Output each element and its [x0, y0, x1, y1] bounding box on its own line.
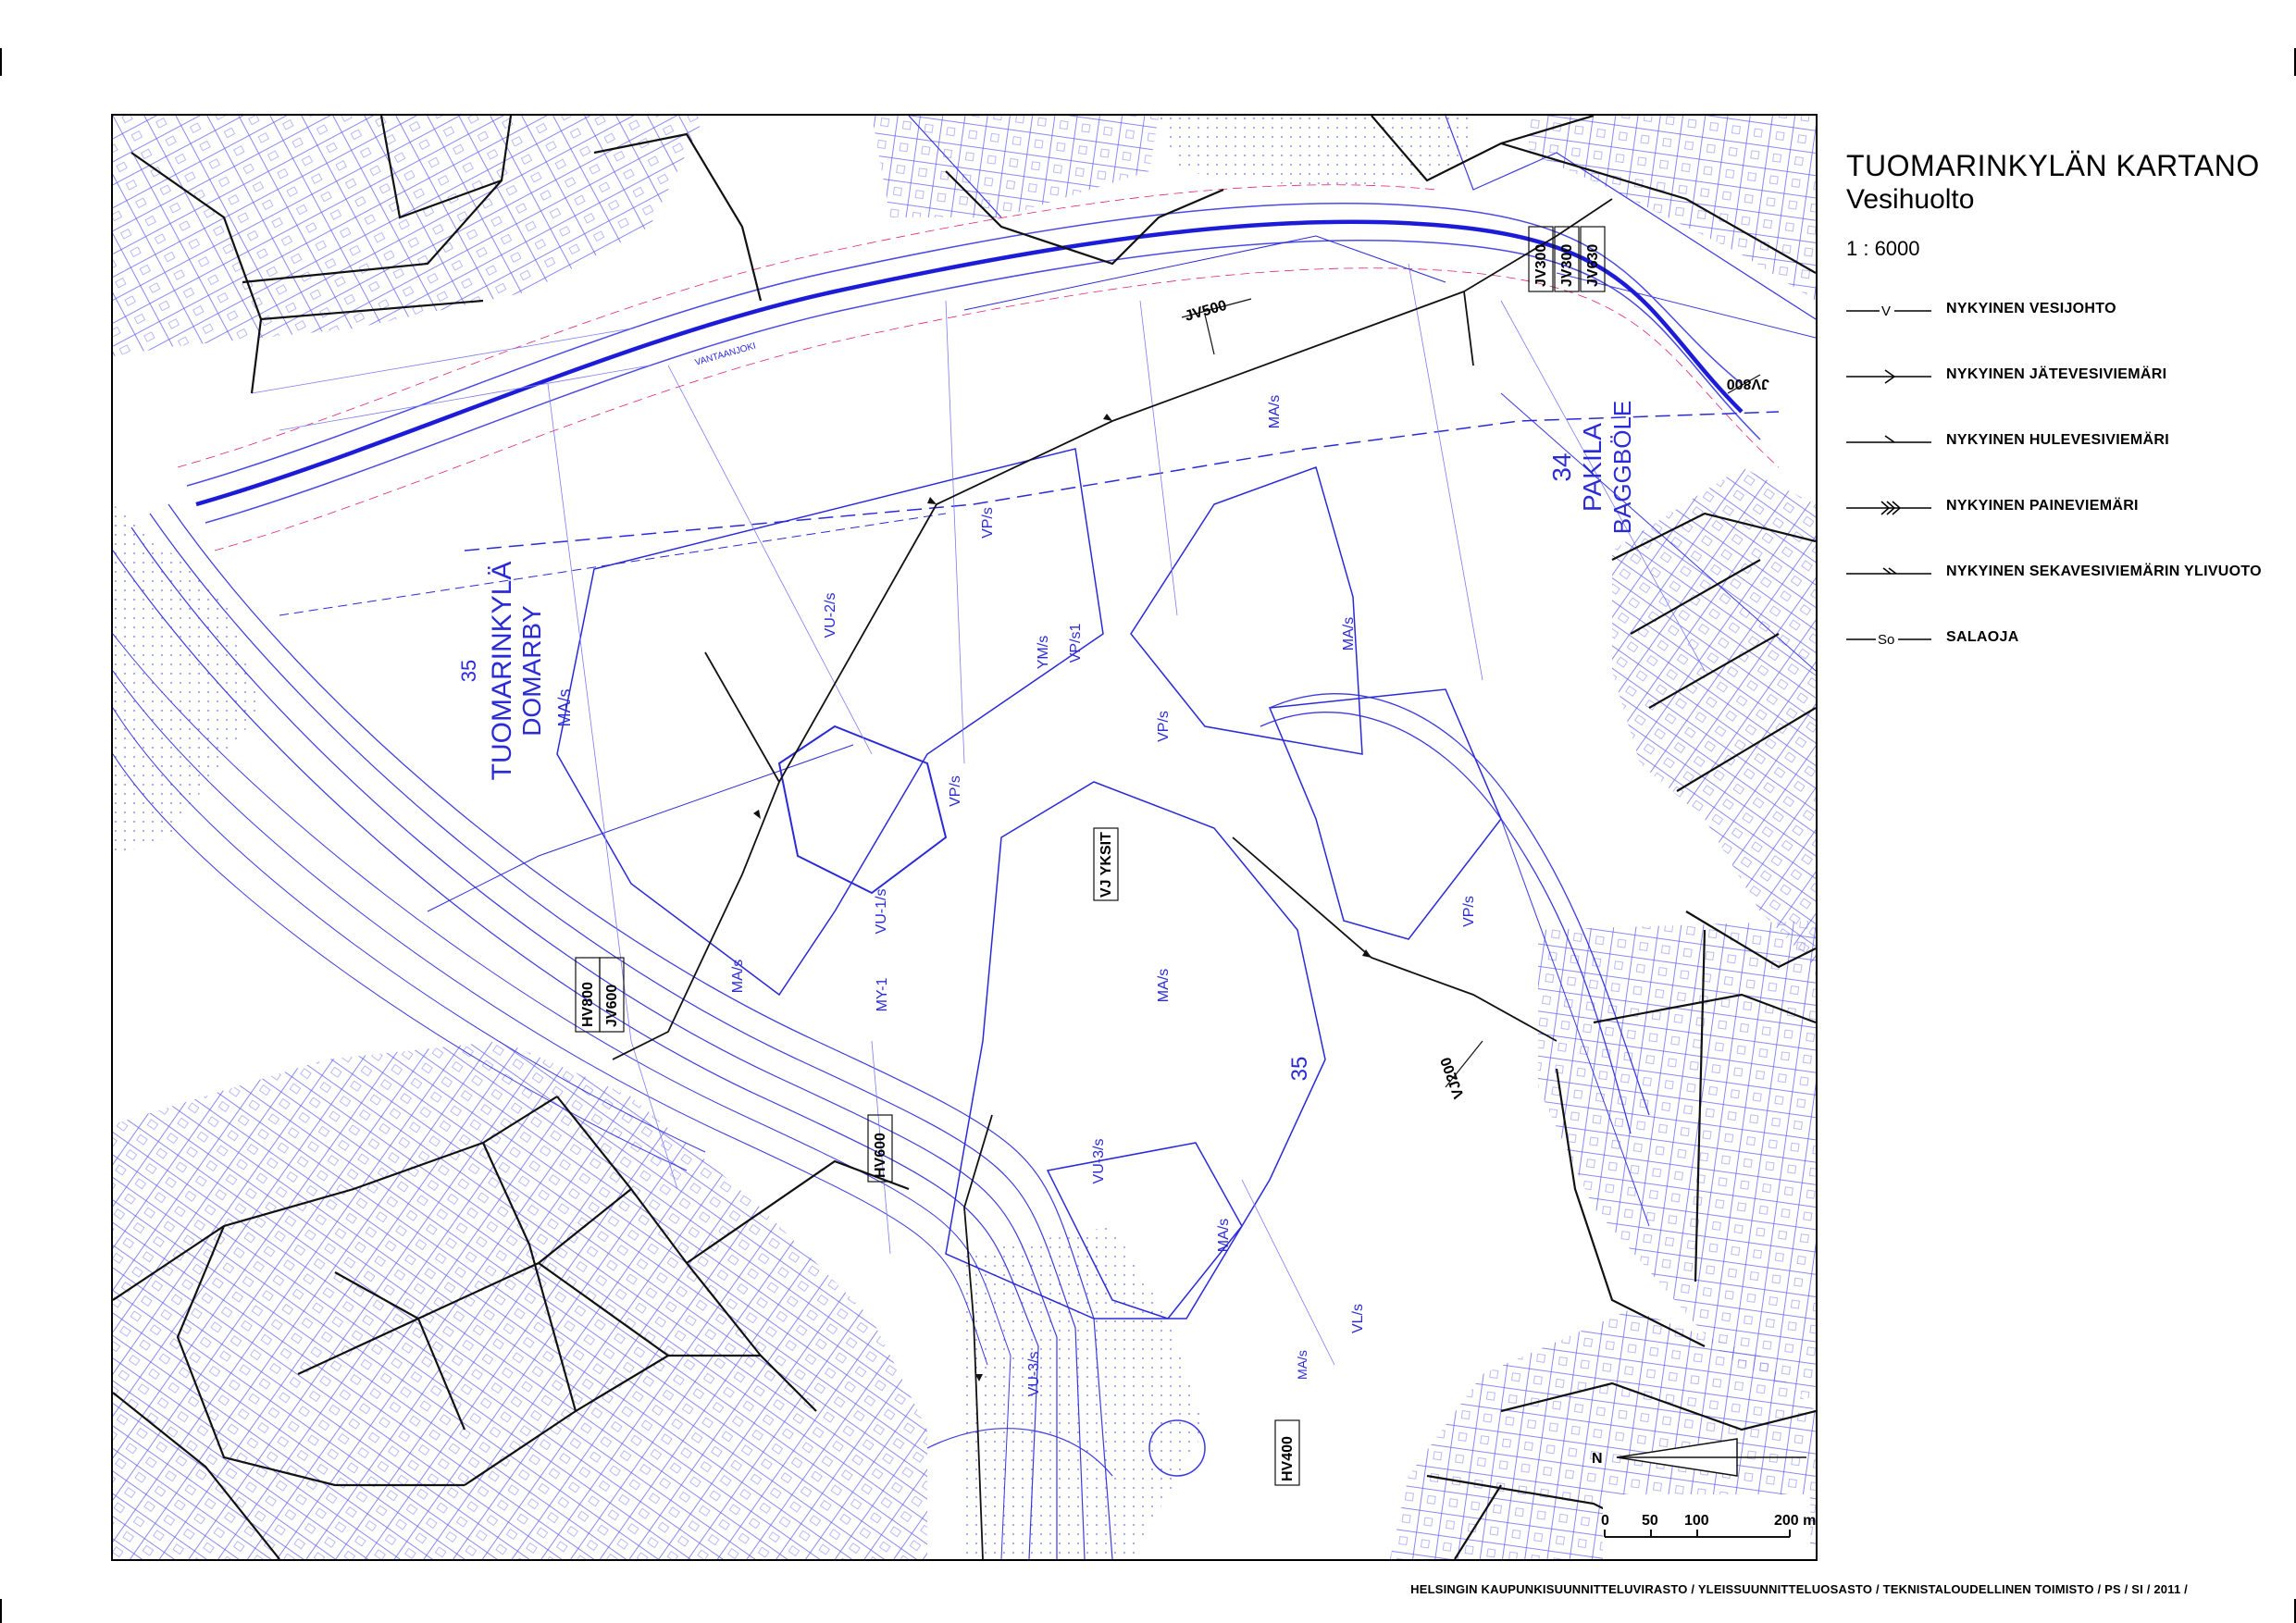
- zone-vp-c: VP/s: [1156, 711, 1172, 742]
- tag-vj200: VJ200: [1438, 1055, 1468, 1100]
- legend-item-jatevesi: NYKYINEN JÄTEVESIVIEMÄRI: [1846, 360, 2272, 426]
- zone-ma3: MA/s: [1156, 969, 1172, 1002]
- zone-vp-a: VP/s: [980, 507, 996, 539]
- zone-ma5: MA/s: [1216, 1219, 1232, 1252]
- area-name-baggbole: BAGGBÖLE: [1608, 401, 1636, 535]
- zone-ma4: MA/s: [730, 960, 746, 993]
- area-number-34: 34: [1547, 452, 1576, 481]
- legend-marker-so: So: [1878, 632, 1894, 648]
- zone-ma1: MA/s: [1267, 395, 1283, 428]
- scale-bar: 0 50 100 200 m: [1601, 1494, 1816, 1559]
- salaoja-line-icon: So: [1846, 632, 1931, 648]
- zone-vu3a: VU-3/s: [1091, 1139, 1107, 1184]
- tag-hv400: HV400: [1280, 1436, 1296, 1481]
- river-label: VANTAANJOKI: [694, 341, 757, 368]
- title-block: TUOMARINKYLÄN KARTANO Vesihuolto 1 : 600…: [1846, 148, 2272, 261]
- legend-label: NYKYINEN VESIJOHTO: [1946, 301, 2116, 316]
- map-subtitle: Vesihuolto: [1846, 184, 1975, 215]
- area-name-domarby: DOMARBY: [517, 605, 546, 737]
- zone-vp-b: VP/s: [948, 775, 963, 807]
- zone-vu3b: VU-3/s: [1026, 1352, 1042, 1397]
- paineviemari-line-icon: [1846, 501, 1931, 515]
- zone-my1: MY-1: [875, 978, 890, 1012]
- crop-mark: [0, 48, 2, 76]
- zone-vu1: VU-1/s: [874, 889, 889, 935]
- area-name-tuomarinkyla: TUOMARINKYLÄ: [487, 562, 517, 781]
- hulevesi-line-icon: [1846, 435, 1931, 443]
- tag-jv300: JV300: [1533, 244, 1549, 287]
- tag-jv800: JV800: [1727, 376, 1769, 391]
- zone-vp-d: VP/s: [1461, 896, 1477, 927]
- vesijohto-line-icon: V: [1846, 304, 1931, 319]
- area-number-35b: 35: [1287, 1057, 1312, 1082]
- zone-ma6: MA/s: [1295, 1350, 1309, 1380]
- legend-label: NYKYINEN PAINEVIEMÄRI: [1946, 498, 2139, 514]
- scale-label-100: 100: [1684, 1513, 1709, 1529]
- legend-item-vesijohto: V NYKYINEN VESIJOHTO: [1846, 294, 2272, 360]
- legend-marker-v: V: [1881, 304, 1891, 319]
- area-zone-ma: MA/s: [555, 688, 574, 726]
- ylivuoto-line-icon: [1846, 567, 1931, 575]
- map-title: TUOMARINKYLÄN KARTANO: [1846, 149, 2260, 182]
- legend-item-salaoja: So SALAOJA: [1846, 623, 2272, 688]
- legend: V NYKYINEN VESIJOHTO NYKYINEN JÄTEVESIVI…: [1846, 294, 2272, 688]
- area-number-35: 35: [457, 660, 480, 682]
- zone-ma2: MA/s: [1341, 617, 1357, 650]
- footer-credit: HELSINGIN KAUPUNKISUUNNITTELUVIRASTO / Y…: [1410, 1582, 2188, 1596]
- crop-mark: [0, 1599, 2, 1623]
- zone-vu2: VU-2/s: [823, 593, 838, 638]
- map-canvas[interactable]: 35 TUOMARINKYLÄ DOMARBY MA/s 34 PAKILA B…: [111, 114, 1818, 1561]
- scale-label-50: 50: [1642, 1513, 1658, 1529]
- legend-label: SALAOJA: [1946, 629, 2019, 645]
- tag-jv300b: JV300: [1559, 244, 1575, 287]
- zone-ym: YM/s: [1036, 636, 1051, 669]
- scale-label-0: 0: [1601, 1513, 1609, 1529]
- legend-item-paineviemari: NYKYINEN PAINEVIEMÄRI: [1846, 491, 2272, 557]
- scale-label-200: 200 m: [1774, 1513, 1816, 1529]
- zone-vp-s1: VP/s1: [1068, 624, 1084, 663]
- tag-jv600: JV600: [604, 985, 620, 1027]
- tag-hv800: HV800: [580, 982, 596, 1027]
- north-label: N: [1592, 1451, 1603, 1467]
- tag-vj-yksit: VJ YKSIT: [1098, 832, 1114, 898]
- zone-vl: VL/s: [1350, 1304, 1366, 1333]
- jatevesi-line-icon: [1846, 369, 1931, 384]
- legend-label: NYKYINEN JÄTEVESIVIEMÄRI: [1946, 366, 2167, 382]
- tag-hv600: HV600: [873, 1133, 888, 1178]
- legend-item-hulevesi: NYKYINEN HULEVESIVIEMÄRI: [1846, 426, 2272, 491]
- map-drawing: 35 TUOMARINKYLÄ DOMARBY MA/s 34 PAKILA B…: [113, 116, 1816, 1559]
- legend-item-ylivuoto: NYKYINEN SEKAVESIVIEMÄRIN YLIVUOTO: [1846, 557, 2272, 623]
- map-scale: 1 : 6000: [1846, 237, 1920, 260]
- legend-label: NYKYINEN SEKAVESIVIEMÄRIN YLIVUOTO: [1946, 564, 2262, 579]
- tag-jv630: JV630: [1585, 244, 1601, 287]
- legend-label: NYKYINEN HULEVESIVIEMÄRI: [1946, 432, 2170, 448]
- area-name-pakila: PAKILA: [1578, 423, 1607, 512]
